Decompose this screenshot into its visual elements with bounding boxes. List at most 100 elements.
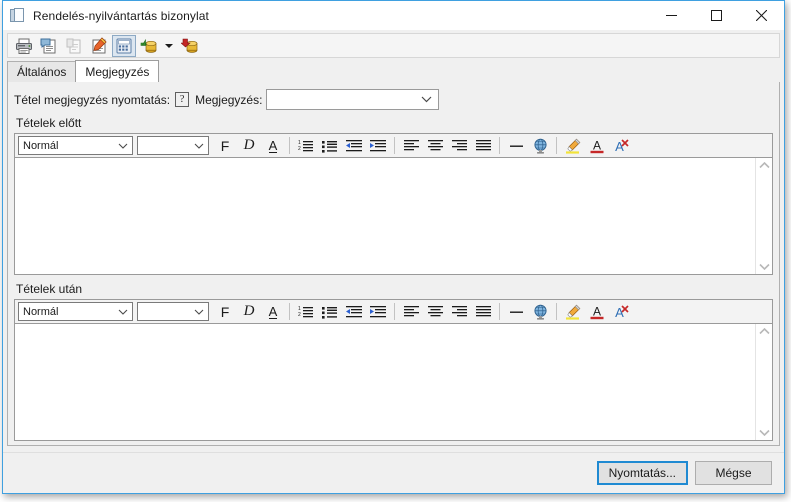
print-icon[interactable]	[12, 35, 36, 57]
font-combobox-after[interactable]	[137, 302, 209, 321]
calculator-icon[interactable]	[112, 34, 136, 57]
toolbar-separator	[499, 303, 500, 320]
bold-button[interactable]: F	[213, 135, 237, 157]
style-combobox-after[interactable]: Normál	[18, 302, 133, 321]
money-out-icon[interactable]	[178, 35, 202, 57]
window-title: Rendelés-nyilvántartás bizonylat	[33, 8, 209, 23]
toolbar-separator	[556, 303, 557, 320]
tab-altalanos[interactable]: Általános	[7, 61, 77, 82]
main-toolbar	[7, 33, 780, 58]
italic-glyph: D	[243, 137, 255, 153]
font-color-button[interactable]: A	[585, 301, 609, 323]
editor-canvas-after[interactable]	[15, 324, 755, 440]
numbered-list-icon[interactable]: 1 2	[294, 301, 318, 323]
editor-toolbar-after: Normál F D A 1 2 A A	[14, 299, 773, 324]
align-center-icon[interactable]	[423, 301, 447, 323]
globe-icon[interactable]	[528, 135, 552, 157]
toolbar-separator	[289, 303, 290, 320]
font-combobox-before[interactable]	[137, 136, 209, 155]
align-justify-icon[interactable]	[471, 135, 495, 157]
toolbar-separator	[394, 303, 395, 320]
copy-icon	[62, 35, 86, 57]
print-preview-icon[interactable]	[37, 35, 61, 57]
increase-indent-icon[interactable]	[366, 135, 390, 157]
bold-glyph: F	[220, 303, 230, 320]
note-label: Megjegyzés:	[195, 92, 263, 107]
dropdown-arrow-icon[interactable]	[162, 35, 176, 57]
align-left-icon[interactable]	[399, 135, 423, 157]
editor-toolbar-before: Normál F D A 1 2 A A	[14, 133, 773, 158]
toolbar-separator	[394, 137, 395, 154]
decrease-indent-icon[interactable]	[342, 301, 366, 323]
title-bar: Rendelés-nyilvántartás bizonylat	[3, 1, 784, 30]
numbered-list-icon[interactable]: 1 2	[294, 135, 318, 157]
underline-button[interactable]: A	[261, 301, 285, 323]
underline-glyph: A	[268, 303, 278, 319]
bold-glyph: F	[220, 137, 230, 154]
svg-text:2: 2	[298, 312, 301, 318]
chevron-down-icon	[421, 90, 432, 109]
editor-after: Normál F D A 1 2 A A	[14, 299, 773, 441]
help-icon[interactable]: ?	[175, 92, 190, 107]
toolbar-container	[3, 30, 784, 60]
font-color-button[interactable]: A	[585, 135, 609, 157]
chevron-down-icon	[118, 137, 128, 154]
clear-format-button[interactable]: A	[609, 301, 633, 323]
editor-scrollbar-after[interactable]	[755, 324, 772, 440]
italic-glyph: D	[243, 303, 255, 319]
svg-text:A: A	[593, 304, 601, 318]
scroll-up-icon[interactable]	[758, 327, 770, 335]
editor-before: Normál F D A 1 2 A A	[14, 133, 773, 275]
editor-canvas-before[interactable]	[15, 158, 755, 274]
cancel-button[interactable]: Mégse	[695, 461, 772, 485]
highlighter-icon[interactable]	[561, 135, 585, 157]
minimize-button[interactable]	[649, 1, 694, 30]
style-combobox-before[interactable]: Normál	[18, 136, 133, 155]
italic-button[interactable]: D	[237, 135, 261, 157]
chevron-down-icon	[194, 137, 204, 154]
item-note-print-label: Tétel megjegyzés nyomtatás:	[14, 92, 171, 107]
scroll-down-icon[interactable]	[758, 429, 770, 437]
align-left-icon[interactable]	[399, 301, 423, 323]
align-center-icon[interactable]	[423, 135, 447, 157]
dialog-footer: Nyomtatás... Mégse	[3, 452, 784, 493]
increase-indent-icon[interactable]	[366, 301, 390, 323]
section-label-after: Tételek után	[16, 282, 83, 296]
money-in-icon[interactable]	[137, 35, 161, 57]
maximize-button[interactable]	[694, 1, 739, 30]
editor-body-before[interactable]	[14, 158, 773, 275]
scroll-down-icon[interactable]	[758, 263, 770, 271]
underline-button[interactable]: A	[261, 135, 285, 157]
align-right-icon[interactable]	[447, 135, 471, 157]
toolbar-separator	[499, 137, 500, 154]
clear-format-button[interactable]: A	[609, 135, 633, 157]
close-button[interactable]	[739, 1, 784, 30]
globe-icon[interactable]	[528, 301, 552, 323]
edit-pencil-icon[interactable]	[87, 35, 111, 57]
item-note-print-row: Tétel megjegyzés nyomtatás: ? Megjegyzés…	[14, 89, 773, 110]
align-justify-icon[interactable]	[471, 301, 495, 323]
scroll-up-icon[interactable]	[758, 161, 770, 169]
bullet-list-icon[interactable]	[318, 135, 342, 157]
svg-text:2: 2	[298, 146, 301, 152]
note-combobox[interactable]	[266, 89, 440, 110]
editor-body-after[interactable]	[14, 324, 773, 441]
style-combobox-value: Normál	[23, 305, 59, 318]
style-combobox-value: Normál	[23, 139, 59, 152]
italic-button[interactable]: D	[237, 301, 261, 323]
tab-strip: Általános Megjegyzés	[3, 60, 784, 82]
section-label-before: Tételek előtt	[16, 116, 82, 130]
toolbar-separator	[289, 137, 290, 154]
bold-button[interactable]: F	[213, 301, 237, 323]
svg-text:A: A	[593, 138, 601, 152]
align-right-icon[interactable]	[447, 301, 471, 323]
tab-megjegyzes[interactable]: Megjegyzés	[75, 60, 160, 82]
editor-scrollbar-before[interactable]	[755, 158, 772, 274]
horizontal-rule-icon[interactable]	[504, 301, 528, 323]
highlighter-icon[interactable]	[561, 301, 585, 323]
print-button[interactable]: Nyomtatás...	[596, 461, 688, 485]
horizontal-rule-icon[interactable]	[504, 135, 528, 157]
bullet-list-icon[interactable]	[318, 301, 342, 323]
decrease-indent-icon[interactable]	[342, 135, 366, 157]
chevron-down-icon	[118, 303, 128, 320]
